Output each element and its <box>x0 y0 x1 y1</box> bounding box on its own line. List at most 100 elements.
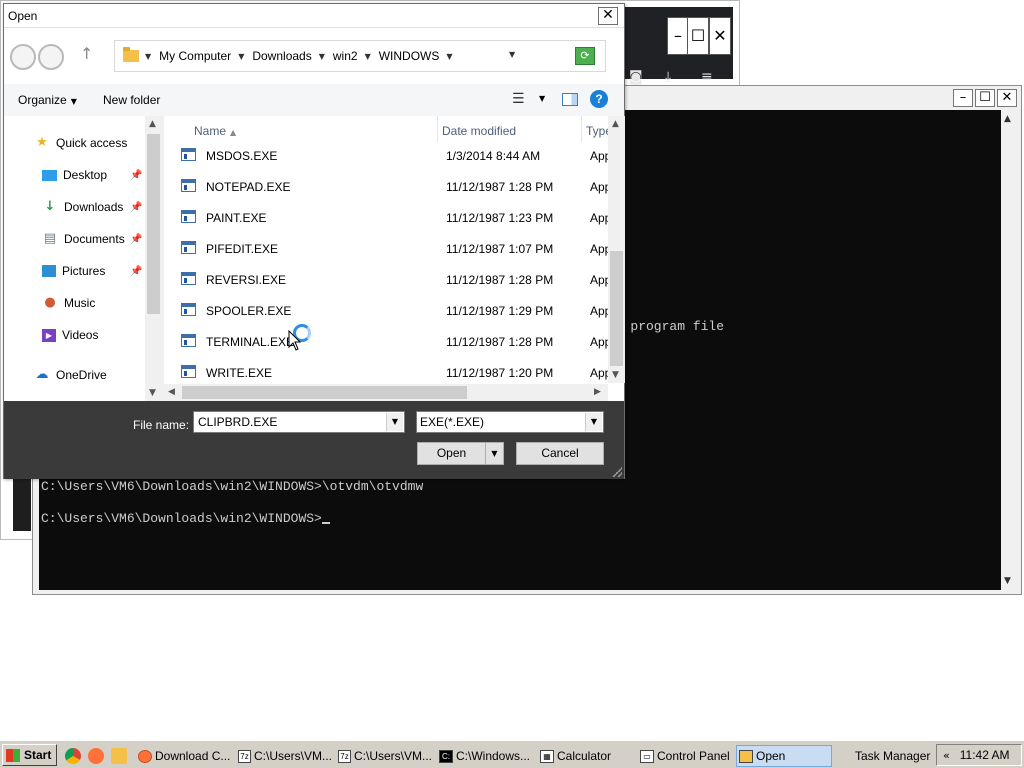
nav-scrollbar[interactable]: ▲ ▼ <box>145 116 162 401</box>
executable-icon <box>181 241 196 254</box>
show-hidden-icons-icon[interactable]: « <box>943 749 950 762</box>
chevron-down-icon[interactable]: ▼ <box>145 52 151 61</box>
taskbar-item[interactable]: 7z C:\Users\VM... <box>236 745 332 767</box>
pin-icon[interactable]: 📌 <box>130 170 142 181</box>
start-button[interactable]: Start <box>2 744 57 766</box>
sort-ascending-icon: ▲ <box>230 128 237 137</box>
file-list-vertical-scrollbar[interactable]: ▲ ▼ <box>608 116 625 383</box>
download-arrow-icon: ↓ <box>44 199 56 214</box>
scroll-thumb[interactable] <box>610 251 623 366</box>
file-row[interactable]: WRITE.EXE 11/12/1987 1:20 PM Application <box>170 361 608 385</box>
help-icon[interactable]: ? <box>590 90 608 108</box>
column-header-date[interactable]: Date modified <box>442 116 582 142</box>
address-bar[interactable]: ▼ My Computer ▼ Downloads ▼ win2 ▼ WINDO… <box>114 40 606 72</box>
pin-icon[interactable]: 📌 <box>130 266 142 277</box>
scroll-left-icon[interactable]: ◀ <box>168 387 175 397</box>
nav-item-music[interactable]: ● Music <box>42 296 95 311</box>
taskbar-item[interactable]: ▭ Control Panel <box>638 745 734 767</box>
open-options-dropdown-icon[interactable]: ▼ <box>486 443 503 464</box>
address-history-dropdown-icon[interactable]: ▼ <box>509 50 515 59</box>
navigation-bar: ↑ ▼ My Computer ▼ Downloads ▼ win2 ▼ WIN… <box>4 28 624 84</box>
taskbar-item[interactable]: ▦ Calculator <box>538 745 634 767</box>
scroll-down-icon[interactable]: ▼ <box>1004 576 1011 586</box>
up-icon[interactable]: ↑ <box>80 44 93 63</box>
pocket-icon[interactable]: ◙ <box>629 69 643 85</box>
scroll-down-icon[interactable]: ▼ <box>612 370 619 380</box>
breadcrumb-item[interactable]: WINDOWS <box>379 49 440 63</box>
resize-grip-icon[interactable] <box>612 467 622 477</box>
console-scrollbar[interactable]: ▲ ▼ <box>1001 110 1019 590</box>
column-header-type[interactable]: Type <box>586 116 608 142</box>
nav-item-videos[interactable]: ▶ Videos <box>42 328 98 342</box>
forward-button[interactable] <box>38 44 64 70</box>
pin-icon[interactable]: 📌 <box>130 202 142 213</box>
view-dropdown-icon[interactable]: ▼ <box>539 94 545 103</box>
breadcrumb-item[interactable]: win2 <box>333 49 358 63</box>
file-list-horizontal-scrollbar[interactable]: ◀ ▶ <box>164 384 608 401</box>
console-maximize-button[interactable]: ☐ <box>975 89 995 107</box>
taskbar-item[interactable]: Download C... <box>136 745 232 767</box>
pin-icon[interactable]: 📌 <box>130 234 142 245</box>
preview-pane-icon[interactable] <box>562 93 578 106</box>
file-row[interactable]: SPOOLER.EXE 11/12/1987 1:29 PM Applicati… <box>170 299 608 323</box>
chrome-icon[interactable] <box>65 748 81 764</box>
nav-item-desktop[interactable]: Desktop <box>42 168 107 182</box>
clock[interactable]: 11:42 AM <box>960 748 1010 762</box>
chevron-down-icon[interactable]: ▼ <box>386 413 403 431</box>
file-type-select[interactable]: EXE(*.EXE) ▼ <box>416 411 604 433</box>
nav-item-downloads[interactable]: ↓ Downloads <box>42 199 124 215</box>
file-explorer-icon[interactable] <box>111 748 127 764</box>
minimize-button[interactable]: – <box>667 17 689 55</box>
scroll-up-icon[interactable]: ▲ <box>1004 114 1011 124</box>
maximize-button[interactable]: ☐ <box>687 17 709 55</box>
file-row[interactable]: REVERSI.EXE 11/12/1987 1:28 PM Applicati… <box>170 268 608 292</box>
file-row[interactable]: TERMINAL.EXE 11/12/1987 1:28 PM Applicat… <box>170 330 608 354</box>
view-options-icon[interactable]: ☰ <box>512 91 525 107</box>
start-label: Start <box>24 748 52 762</box>
taskbar-item[interactable]: Task Manager <box>836 745 932 767</box>
scroll-up-icon[interactable]: ▲ <box>149 119 156 129</box>
firefox-icon[interactable] <box>88 748 104 764</box>
nav-item-onedrive[interactable]: ☁ OneDrive <box>34 368 107 383</box>
dialog-titlebar[interactable]: Open ✕ <box>4 4 624 28</box>
breadcrumb-item[interactable]: My Computer <box>159 49 231 63</box>
taskbar-item-active[interactable]: Open <box>736 745 832 767</box>
file-row[interactable]: NOTEPAD.EXE 11/12/1987 1:28 PM Applicati… <box>170 175 608 199</box>
open-button[interactable]: Open <box>418 443 486 464</box>
new-folder-button[interactable]: New folder <box>103 93 160 107</box>
organize-button[interactable]: Organize ▼ <box>18 93 77 107</box>
scroll-thumb[interactable] <box>182 386 467 399</box>
cmd-icon: C: <box>439 749 453 763</box>
chevron-down-icon[interactable]: ▼ <box>319 52 325 61</box>
command-bar: Organize ▼ New folder ☰ ▼ ? <box>4 84 624 116</box>
back-button[interactable] <box>10 44 36 70</box>
chevron-down-icon[interactable]: ▼ <box>446 52 452 61</box>
dialog-close-button[interactable]: ✕ <box>598 7 618 25</box>
download-icon[interactable]: ⤓ <box>665 69 671 85</box>
breadcrumb-item[interactable]: Downloads <box>252 49 311 63</box>
taskbar-item[interactable]: C: C:\Windows... <box>437 745 533 767</box>
column-header-name[interactable]: Name ▲ <box>194 116 438 142</box>
nav-item-quick-access[interactable]: ★ Quick access <box>34 136 128 151</box>
nav-item-pictures[interactable]: Pictures <box>42 264 105 278</box>
file-name-input[interactable]: CLIPBRD.EXE ▼ <box>193 411 405 433</box>
menu-icon[interactable]: ≡ <box>701 69 713 85</box>
console-close-button[interactable]: ✕ <box>997 89 1017 107</box>
console-minimize-button[interactable]: – <box>953 89 973 107</box>
nav-label: Quick access <box>56 136 128 150</box>
chevron-down-icon[interactable]: ▼ <box>238 52 244 61</box>
taskbar-item[interactable]: 7z C:\Users\VM... <box>336 745 432 767</box>
chevron-down-icon[interactable]: ▼ <box>585 413 602 431</box>
nav-item-documents[interactable]: ▤ Documents <box>42 232 125 247</box>
chevron-down-icon[interactable]: ▼ <box>365 52 371 61</box>
scroll-right-icon[interactable]: ▶ <box>594 387 601 397</box>
scroll-thumb[interactable] <box>147 134 160 314</box>
scroll-down-icon[interactable]: ▼ <box>149 388 156 398</box>
close-button[interactable]: ✕ <box>709 17 731 55</box>
refresh-icon[interactable]: ⟳ <box>575 47 595 65</box>
file-row[interactable]: PAINT.EXE 11/12/1987 1:23 PM Application <box>170 206 608 230</box>
cancel-button[interactable]: Cancel <box>516 442 604 465</box>
file-row[interactable]: MSDOS.EXE 1/3/2014 8:44 AM Application <box>170 144 608 168</box>
scroll-up-icon[interactable]: ▲ <box>612 119 619 129</box>
file-row[interactable]: PIFEDIT.EXE 11/12/1987 1:07 PM Applicati… <box>170 237 608 261</box>
